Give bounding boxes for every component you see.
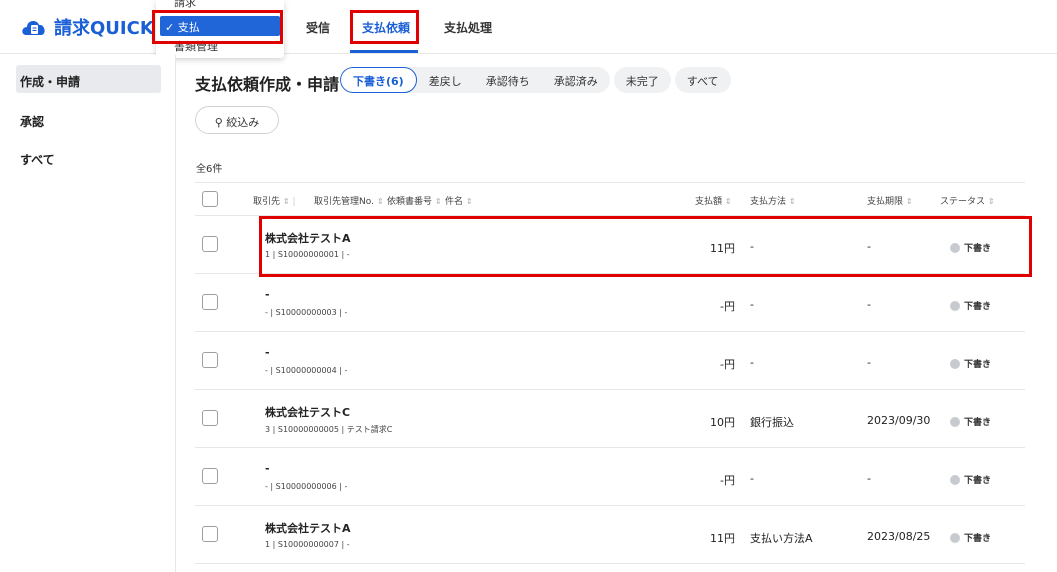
status-dot-icon	[950, 532, 960, 543]
row-meta: - | S10000000006 | -	[265, 482, 348, 491]
row-checkbox[interactable]	[202, 468, 218, 484]
filter-tab-all[interactable]: すべて	[674, 67, 731, 93]
app-name: 請求QUICK	[54, 18, 154, 39]
row-meta: 1 | S10000000007 | -	[265, 540, 350, 549]
row-amount: -円	[720, 474, 735, 487]
row-due-date: -	[867, 472, 871, 485]
tab-receive[interactable]: 受信	[306, 19, 330, 36]
status-dot-icon	[950, 300, 960, 311]
column-header-status[interactable]: ステータス ⇕	[940, 194, 995, 207]
filter-tab-returned[interactable]: 差戻し	[417, 67, 474, 93]
table-row[interactable]: - - | S10000000003 | - -円 - - 下書き	[195, 274, 1025, 332]
table-row[interactable]: 株式会社テストA 1 | S10000000007 | - 11円 支払い方法A…	[195, 506, 1025, 564]
status-dot-icon	[950, 358, 960, 369]
tab-payment-processing[interactable]: 支払処理	[444, 19, 492, 36]
column-header-doc-no[interactable]: 依頼書番号 ⇕	[387, 194, 442, 207]
filter-tab-incomplete[interactable]: 未完了	[613, 67, 671, 93]
column-header-amount[interactable]: 支払額 ⇕	[695, 194, 732, 207]
row-amount: -円	[720, 300, 735, 313]
status-dot-icon	[950, 474, 960, 485]
select-all-checkbox[interactable]	[202, 191, 218, 207]
app-logo[interactable]: 請求QUICK	[20, 14, 154, 40]
table-header: 取引先 ⇕ | 取引先管理No. ⇕ 依頼書番号 ⇕ 件名 ⇕ 支払額 ⇕ 支払…	[195, 182, 1025, 216]
filter-tab-approved[interactable]: 承認済み	[542, 67, 610, 93]
row-method: 支払い方法A	[750, 532, 813, 545]
row-method: -	[750, 472, 754, 485]
row-vendor-name: -	[265, 462, 270, 475]
filter-tab-draft[interactable]: 下書き(6)	[340, 67, 417, 93]
row-checkbox[interactable]	[202, 410, 218, 426]
row-meta: - | S10000000004 | -	[265, 366, 348, 375]
row-checkbox[interactable]	[202, 352, 218, 368]
status-badge: 下書き	[950, 473, 991, 486]
table-row[interactable]: - - | S10000000006 | - -円 - - 下書き	[195, 448, 1025, 506]
row-vendor-name: 株式会社テストA	[265, 522, 351, 535]
result-count: 全6件	[196, 164, 223, 175]
filter-tab-pending[interactable]: 承認待ち	[474, 67, 542, 93]
row-due-date: 2023/09/30	[867, 414, 931, 427]
row-checkbox[interactable]	[202, 294, 218, 310]
column-header-vendor-no[interactable]: 取引先管理No. ⇕	[314, 194, 384, 207]
row-amount: 10円	[710, 416, 735, 429]
status-badge: 下書き	[950, 357, 991, 370]
cloud-document-icon	[20, 15, 48, 39]
row-vendor-name: -	[265, 346, 270, 359]
status-dot-icon	[950, 416, 960, 427]
status-badge: 下書き	[950, 531, 991, 544]
row-checkbox[interactable]	[202, 526, 218, 542]
narrow-filter-button[interactable]: ⚲ 絞込み	[195, 106, 279, 134]
status-filter-tabs: 下書き(6) 差戻し 承認待ち 承認済み 未完了 すべて	[340, 67, 731, 93]
row-amount: -円	[720, 358, 735, 371]
column-header-due[interactable]: 支払期限 ⇕	[867, 194, 913, 207]
row-due-date: -	[867, 298, 871, 311]
sidebar-item-create[interactable]: 作成・申請	[16, 65, 161, 93]
row-checkbox[interactable]	[202, 236, 218, 252]
table-row[interactable]: - - | S10000000004 | - -円 - - 下書き	[195, 332, 1025, 390]
highlight-box-row	[259, 216, 1032, 277]
row-meta: - | S10000000003 | -	[265, 308, 348, 317]
column-header-vendor[interactable]: 取引先 ⇕ |	[253, 194, 296, 207]
column-header-subject[interactable]: 件名 ⇕	[445, 194, 473, 207]
highlight-box-mode	[152, 10, 283, 44]
column-header-method[interactable]: 支払方法 ⇕	[750, 194, 796, 207]
sidebar: 作成・申請 承認 すべて	[0, 55, 176, 572]
top-header: 請求QUICK 請求 ✓ 支払 書類管理 受信 支払依頼 支払処理	[0, 0, 1057, 58]
row-method: -	[750, 298, 754, 311]
highlight-box-tab	[350, 10, 419, 44]
sidebar-item-all[interactable]: すべて	[18, 143, 163, 171]
row-due-date: -	[867, 356, 871, 369]
row-vendor-name: -	[265, 288, 270, 301]
table-row[interactable]: 株式会社テストC 3 | S10000000005 | テスト請求C 10円 銀…	[195, 390, 1025, 448]
row-method: 銀行振込	[750, 416, 794, 429]
row-meta: 3 | S10000000005 | テスト請求C	[265, 425, 393, 434]
row-vendor-name: 株式会社テストC	[265, 406, 351, 419]
sidebar-item-approve[interactable]: 承認	[18, 105, 163, 133]
active-tab-indicator	[350, 50, 418, 53]
mode-option-invoice[interactable]: 請求	[174, 0, 196, 10]
filter-tab-group: 下書き(6) 差戻し 承認待ち 承認済み	[340, 67, 610, 93]
row-amount: 11円	[710, 532, 735, 545]
row-method: -	[750, 356, 754, 369]
page-title: 支払依頼作成・申請	[195, 75, 340, 94]
row-due-date: 2023/08/25	[867, 530, 931, 543]
status-badge: 下書き	[950, 299, 991, 312]
status-badge: 下書き	[950, 415, 991, 428]
